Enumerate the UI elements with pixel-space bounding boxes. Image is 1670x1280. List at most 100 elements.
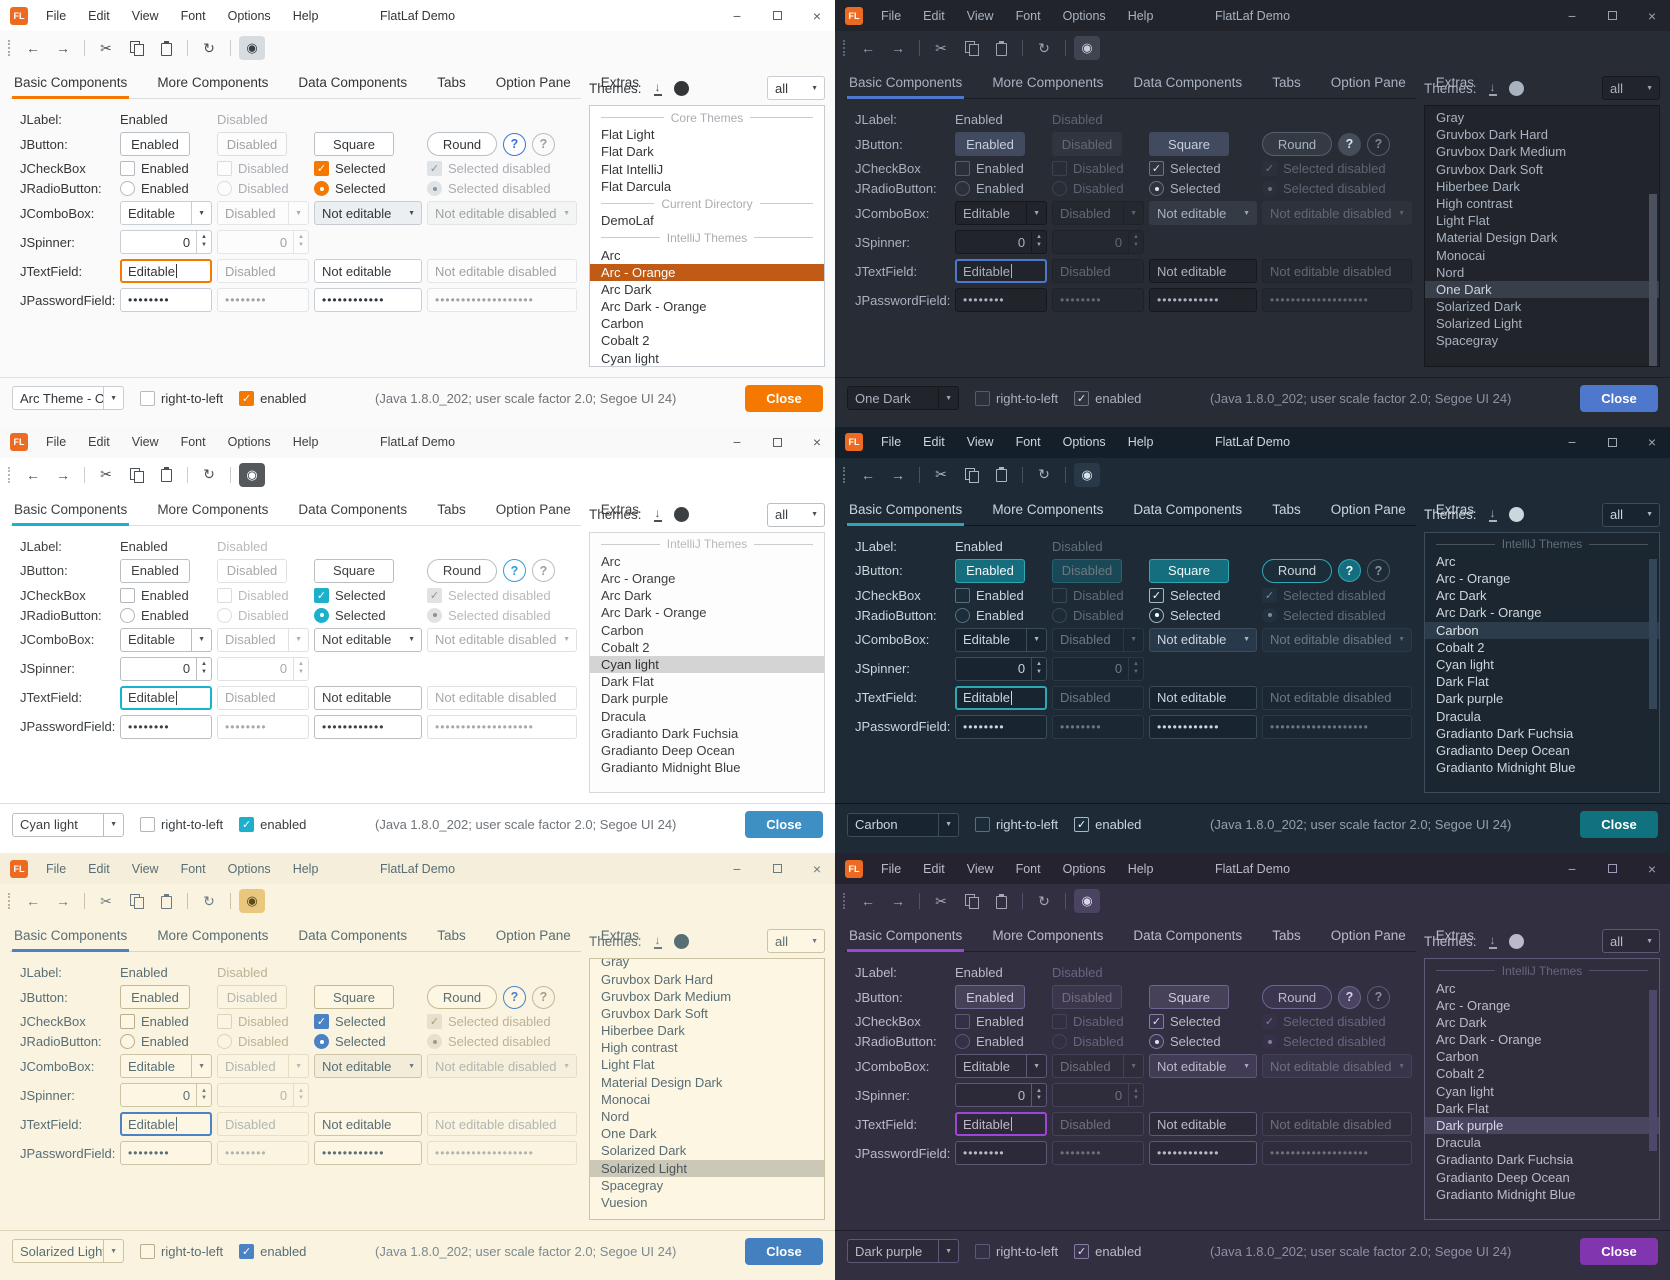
forward-button[interactable]: → xyxy=(50,36,76,60)
tab-extras[interactable]: Extras xyxy=(599,502,641,525)
theme-combobox[interactable]: One Dark ▼ xyxy=(847,386,959,410)
jcombobox-editable[interactable]: Editable ▼ xyxy=(955,628,1047,652)
tab-tabs[interactable]: Tabs xyxy=(1270,928,1303,951)
cut-button[interactable]: ✂ xyxy=(928,463,954,487)
theme-list-item[interactable]: Spacegray xyxy=(1425,332,1659,349)
jbutton-enabled[interactable]: Enabled xyxy=(120,985,190,1009)
paste-button[interactable] xyxy=(153,889,179,913)
jbutton-enabled[interactable]: Enabled xyxy=(120,559,190,583)
jbutton-enabled[interactable]: Enabled xyxy=(955,132,1025,156)
theme-list-item[interactable]: Gradianto Dark Fuchsia xyxy=(590,725,824,742)
help-button-secondary[interactable]: ? xyxy=(532,559,555,582)
jradiobutton-selected[interactable]: Selected xyxy=(1149,608,1257,623)
jtextfield-editable[interactable]: Editable xyxy=(120,259,212,283)
menu-help[interactable]: Help xyxy=(1128,435,1154,449)
cut-button[interactable]: ✂ xyxy=(93,463,119,487)
theme-list-item[interactable]: Arc Dark - Orange xyxy=(1425,1031,1659,1048)
tab-extras[interactable]: Extras xyxy=(1434,75,1476,98)
theme-list-item[interactable]: Monocai xyxy=(590,1091,824,1108)
jcombobox-editable[interactable]: Editable ▼ xyxy=(120,628,212,652)
theme-combobox[interactable]: Solarized Light ▼ xyxy=(12,1239,124,1263)
jcheckbox-selected[interactable]: ✓ Selected xyxy=(1149,588,1257,603)
theme-list-item[interactable]: Gradianto Midnight Blue xyxy=(590,759,824,776)
back-button[interactable]: ← xyxy=(855,463,881,487)
theme-list-item[interactable]: DemoLaf xyxy=(590,212,824,229)
theme-list-item[interactable]: Dark purple xyxy=(1425,1117,1659,1134)
forward-button[interactable]: → xyxy=(50,889,76,913)
theme-list-item[interactable]: Arc - Orange xyxy=(1425,997,1659,1014)
jtextfield-not-editable[interactable]: Not editable xyxy=(314,686,422,710)
tab-tabs[interactable]: Tabs xyxy=(1270,502,1303,525)
close-button[interactable]: Close xyxy=(1580,811,1658,838)
tab-data-components[interactable]: Data Components xyxy=(1131,502,1244,525)
close-button[interactable]: Close xyxy=(745,1238,823,1265)
right-to-left-checkbox[interactable]: right-to-left xyxy=(975,1244,1058,1259)
jpasswordfield-editable[interactable]: •••••••• xyxy=(955,1141,1047,1165)
tab-basic-components[interactable]: Basic Components xyxy=(847,75,964,98)
theme-combobox[interactable]: Arc Theme - O ▼ xyxy=(12,386,124,410)
right-to-left-checkbox[interactable]: right-to-left xyxy=(140,391,223,406)
theme-list-item[interactable]: One Dark xyxy=(1425,281,1659,298)
theme-list-item[interactable]: Arc Dark xyxy=(590,587,824,604)
menu-edit[interactable]: Edit xyxy=(923,435,945,449)
theme-filter-combobox[interactable]: all ▼ xyxy=(767,503,825,527)
jcheckbox-selected[interactable]: ✓ Selected xyxy=(314,161,422,176)
github-icon[interactable] xyxy=(1509,81,1524,96)
tab-more-components[interactable]: More Components xyxy=(990,502,1105,525)
theme-list-item[interactable]: Arc Dark xyxy=(1425,1014,1659,1031)
menu-options[interactable]: Options xyxy=(228,862,271,876)
right-to-left-checkbox[interactable]: right-to-left xyxy=(975,817,1058,832)
paste-button[interactable] xyxy=(988,36,1014,60)
forward-button[interactable]: → xyxy=(885,36,911,60)
refresh-button[interactable]: ↻ xyxy=(196,889,222,913)
spinner-arrows[interactable]: ▲ ▼ xyxy=(1031,231,1046,253)
theme-list-item[interactable]: Carbon xyxy=(590,315,824,332)
tab-extras[interactable]: Extras xyxy=(1434,928,1476,951)
theme-list-item[interactable]: Arc xyxy=(1425,980,1659,997)
github-icon[interactable] xyxy=(1509,934,1524,949)
close-window-icon[interactable]: × xyxy=(809,862,825,876)
menu-edit[interactable]: Edit xyxy=(88,435,110,449)
theme-list-item[interactable]: Gruvbox Dark Soft xyxy=(590,1005,824,1022)
jcombobox-not-editable[interactable]: Not editable ▼ xyxy=(314,1054,422,1078)
menu-options[interactable]: Options xyxy=(1063,435,1106,449)
jbutton-enabled[interactable]: Enabled xyxy=(955,559,1025,583)
theme-filter-combobox[interactable]: all ▼ xyxy=(1602,929,1660,953)
tab-basic-components[interactable]: Basic Components xyxy=(847,502,964,525)
maximize-icon[interactable] xyxy=(1604,864,1620,873)
toolbar-grip[interactable] xyxy=(843,40,847,56)
jpasswordfield-not-editable[interactable]: •••••••••••• xyxy=(1149,1141,1257,1165)
theme-combobox[interactable]: Cyan light ▼ xyxy=(12,813,124,837)
menu-edit[interactable]: Edit xyxy=(88,862,110,876)
theme-list-item[interactable]: Cyan light xyxy=(1425,656,1659,673)
copy-button[interactable] xyxy=(123,463,149,487)
tab-basic-components[interactable]: Basic Components xyxy=(12,928,129,951)
menu-options[interactable]: Options xyxy=(228,435,271,449)
close-window-icon[interactable]: × xyxy=(1644,435,1660,449)
theme-list-item[interactable]: Dark Flat xyxy=(1425,673,1659,690)
jradiobutton-enabled[interactable]: Enabled xyxy=(120,608,212,623)
menu-file[interactable]: File xyxy=(46,9,66,23)
enabled-checkbox[interactable]: ✓ enabled xyxy=(239,817,306,832)
spinner-arrows[interactable]: ▲ ▼ xyxy=(196,658,211,680)
jpasswordfield-editable[interactable]: •••••••• xyxy=(120,715,212,739)
minimize-icon[interactable]: − xyxy=(1564,9,1580,23)
jtextfield-not-editable[interactable]: Not editable xyxy=(314,259,422,283)
copy-button[interactable] xyxy=(958,889,984,913)
cut-button[interactable]: ✂ xyxy=(93,36,119,60)
menu-font[interactable]: Font xyxy=(181,862,206,876)
copy-button[interactable] xyxy=(123,889,149,913)
theme-list-item[interactable]: Dracula xyxy=(1425,708,1659,725)
jbutton-enabled[interactable]: Enabled xyxy=(120,132,190,156)
toolbar-grip[interactable] xyxy=(8,467,12,483)
back-button[interactable]: ← xyxy=(20,889,46,913)
paste-button[interactable] xyxy=(153,36,179,60)
menu-edit[interactable]: Edit xyxy=(88,9,110,23)
theme-list-item[interactable]: Gradianto Dark Fuchsia xyxy=(1425,725,1659,742)
menu-help[interactable]: Help xyxy=(1128,862,1154,876)
menu-view[interactable]: View xyxy=(132,862,159,876)
tab-option-pane[interactable]: Option Pane xyxy=(1329,928,1408,951)
jcheckbox-enabled[interactable]: Enabled xyxy=(955,1014,1047,1029)
github-icon[interactable] xyxy=(674,934,689,949)
theme-list-item[interactable]: Carbon xyxy=(590,622,824,639)
